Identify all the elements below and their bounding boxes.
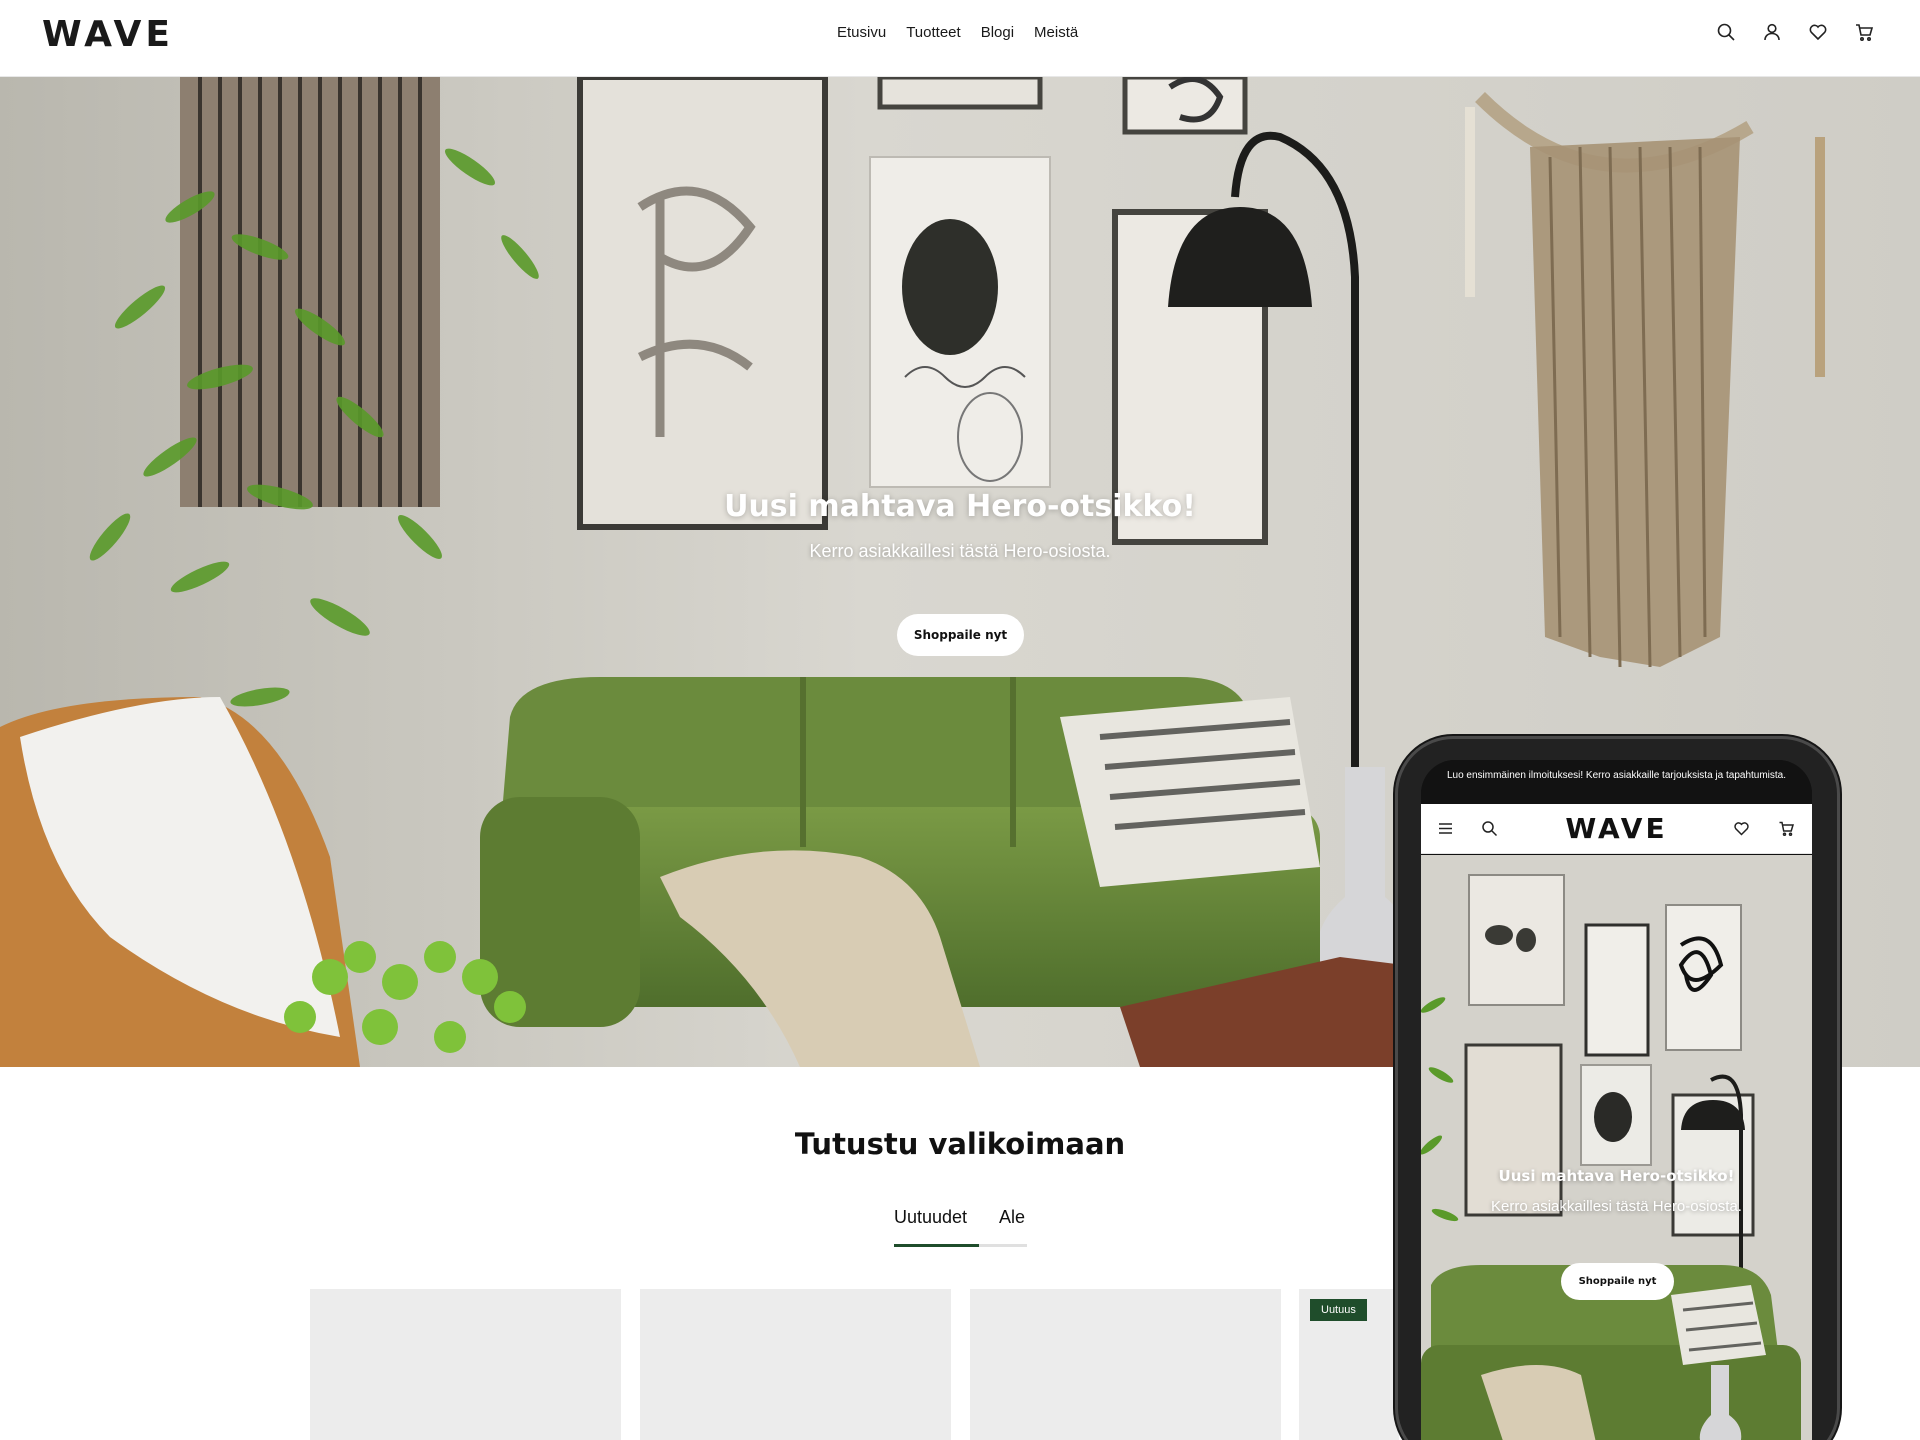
brand-logo[interactable]: WAVE xyxy=(42,14,174,55)
nav-item-tuotteet[interactable]: Tuotteet xyxy=(906,24,960,41)
header-icons xyxy=(1716,22,1874,42)
product-card[interactable] xyxy=(970,1289,1281,1440)
tab-uutuudet[interactable]: Uutuudet xyxy=(894,1207,967,1228)
hero-subtitle: Kerro asiakkaillesi tästä Hero-osiosta. xyxy=(809,541,1111,561)
mobile-hero-image xyxy=(1421,855,1812,1440)
mobile-shop-now-button[interactable]: Shoppaile nyt xyxy=(1561,1263,1674,1300)
cart-icon[interactable] xyxy=(1854,22,1874,42)
nav-item-blogi[interactable]: Blogi xyxy=(981,24,1014,41)
nav-item-etusivu[interactable]: Etusivu xyxy=(837,24,886,41)
account-icon[interactable] xyxy=(1762,22,1782,42)
shop-now-button[interactable]: Shoppaile nyt xyxy=(897,614,1024,656)
heart-icon[interactable] xyxy=(1733,820,1750,837)
new-badge: Uutuus xyxy=(1310,1299,1367,1321)
site-header: WAVE Etusivu Tuotteet Blogi Meistä xyxy=(0,0,1920,77)
tab-ale[interactable]: Ale xyxy=(999,1207,1025,1228)
search-icon[interactable] xyxy=(1716,22,1736,42)
product-card[interactable] xyxy=(640,1289,951,1440)
collection-tabs: Uutuudet Ale xyxy=(894,1207,1027,1247)
main-nav: Etusivu Tuotteet Blogi Meistä xyxy=(837,24,1078,41)
announcement-bar: Luo ensimmäinen ilmoituksesi! Kerro asia… xyxy=(1421,760,1812,804)
phone-screen: Luo ensimmäinen ilmoituksesi! Kerro asia… xyxy=(1421,760,1812,1440)
heart-icon[interactable] xyxy=(1808,22,1828,42)
mobile-logo[interactable]: WAVE xyxy=(1421,812,1812,845)
mobile-header: WAVE xyxy=(1421,804,1812,854)
mobile-hero-title: Uusi mahtava Hero-otsikko! xyxy=(1498,1167,1735,1185)
nav-item-meista[interactable]: Meistä xyxy=(1034,24,1078,41)
hero-title: Uusi mahtava Hero-otsikko! xyxy=(724,489,1196,524)
mobile-hero-subtitle: Kerro asiakkaillesi tästä Hero-osiosta. xyxy=(1491,1198,1742,1215)
mobile-hero-section: Uusi mahtava Hero-otsikko! Kerro asiakka… xyxy=(1421,855,1812,1440)
product-card[interactable] xyxy=(310,1289,621,1440)
tab-active-indicator xyxy=(894,1244,979,1247)
cart-icon[interactable] xyxy=(1778,820,1795,837)
